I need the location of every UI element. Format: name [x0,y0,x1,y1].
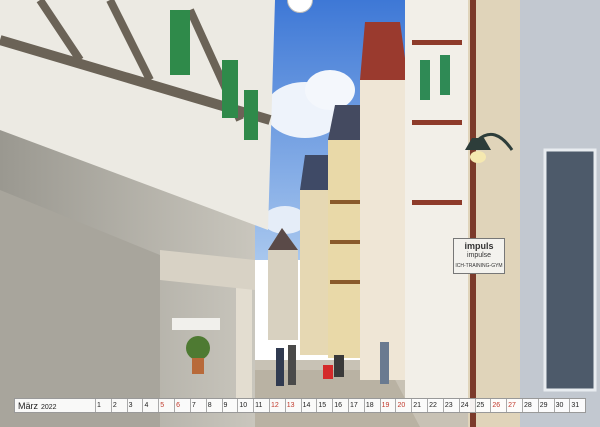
day-cell: 19 [379,399,396,412]
day-cell: 3 [126,399,143,412]
day-cell: 13 [284,399,301,412]
red-roof [360,22,408,80]
arcade-pillar [236,270,252,400]
calendar-strip: März 2022 1 2 3 4 5 6 7 8 9 10 11 12 13 14 15 16 17 18 19 20… [14,398,586,413]
day-cell: 30 [553,399,570,412]
day-cell: 6 [174,399,190,412]
timber [412,40,462,45]
pedestrian [380,342,389,384]
mid-roof [300,155,330,190]
day-cell: 15 [316,399,332,412]
day-cell: 5 [158,399,174,412]
right-house-red [360,80,408,380]
plant [186,336,210,360]
day-cell: 17 [348,399,364,412]
calendar-page: impuls impulse ICH-TRAINING-GYM März 2022… [0,0,600,427]
shop-sign: impuls impulse ICH-TRAINING-GYM [453,238,505,274]
day-cell: 31 [569,399,585,412]
day-cell: 1 [95,399,111,412]
green-shutter [440,55,450,95]
day-cell: 21 [411,399,427,412]
timber [412,120,462,125]
month-label: März 2022 [15,401,95,411]
day-cell: 7 [189,399,206,412]
day-cell: 29 [537,399,554,412]
shop-window [545,150,595,390]
half-timber [330,280,360,284]
day-cell: 2 [110,399,127,412]
half-timber [330,200,360,204]
month-name: März [18,400,38,411]
day-cell: 26 [490,399,506,412]
year-label: 2022 [41,403,57,411]
timber-dark [470,0,476,427]
day-cell: 28 [521,399,538,412]
mid-house-2 [328,140,362,358]
day-cell: 23 [442,399,459,412]
green-shutter [420,60,430,100]
green-shutter [222,60,238,118]
half-timber [330,240,360,244]
plant-pot [192,358,204,374]
day-cell: 12 [268,399,285,412]
day-cell: 27 [506,399,522,412]
shop-sign-tagline: ICH-TRAINING-GYM [455,263,503,269]
day-cell: 20 [395,399,411,412]
cloud [305,70,355,110]
street-photo [0,0,600,427]
green-shutter [244,90,258,140]
shop-sign-subtitle: impulse [466,252,492,259]
day-cells: 1 2 3 4 5 6 7 8 9 10 11 12 13 14 15 16 17 18 19 20 21 22 23 24 2… [95,399,585,412]
red-barrel [323,365,333,379]
lamp-light [470,151,486,163]
day-cell: 25 [474,399,491,412]
day-cell: 10 [237,399,253,412]
timber [412,200,462,205]
day-cell: 9 [221,399,238,412]
day-cell: 16 [332,399,348,412]
sandwich-board [334,355,344,377]
green-shutter [170,10,190,75]
day-cell: 14 [300,399,317,412]
day-cell: 24 [458,399,475,412]
day-cell: 4 [142,399,158,412]
umbrella [172,318,220,330]
pedestrian [288,345,296,385]
shop-sign-title: impuls [464,241,494,251]
pedestrian [276,348,284,386]
day-cell: 22 [427,399,443,412]
day-cell: 18 [363,399,380,412]
day-cell: 11 [253,399,269,412]
day-cell: 8 [205,399,222,412]
mid-house [300,190,330,355]
